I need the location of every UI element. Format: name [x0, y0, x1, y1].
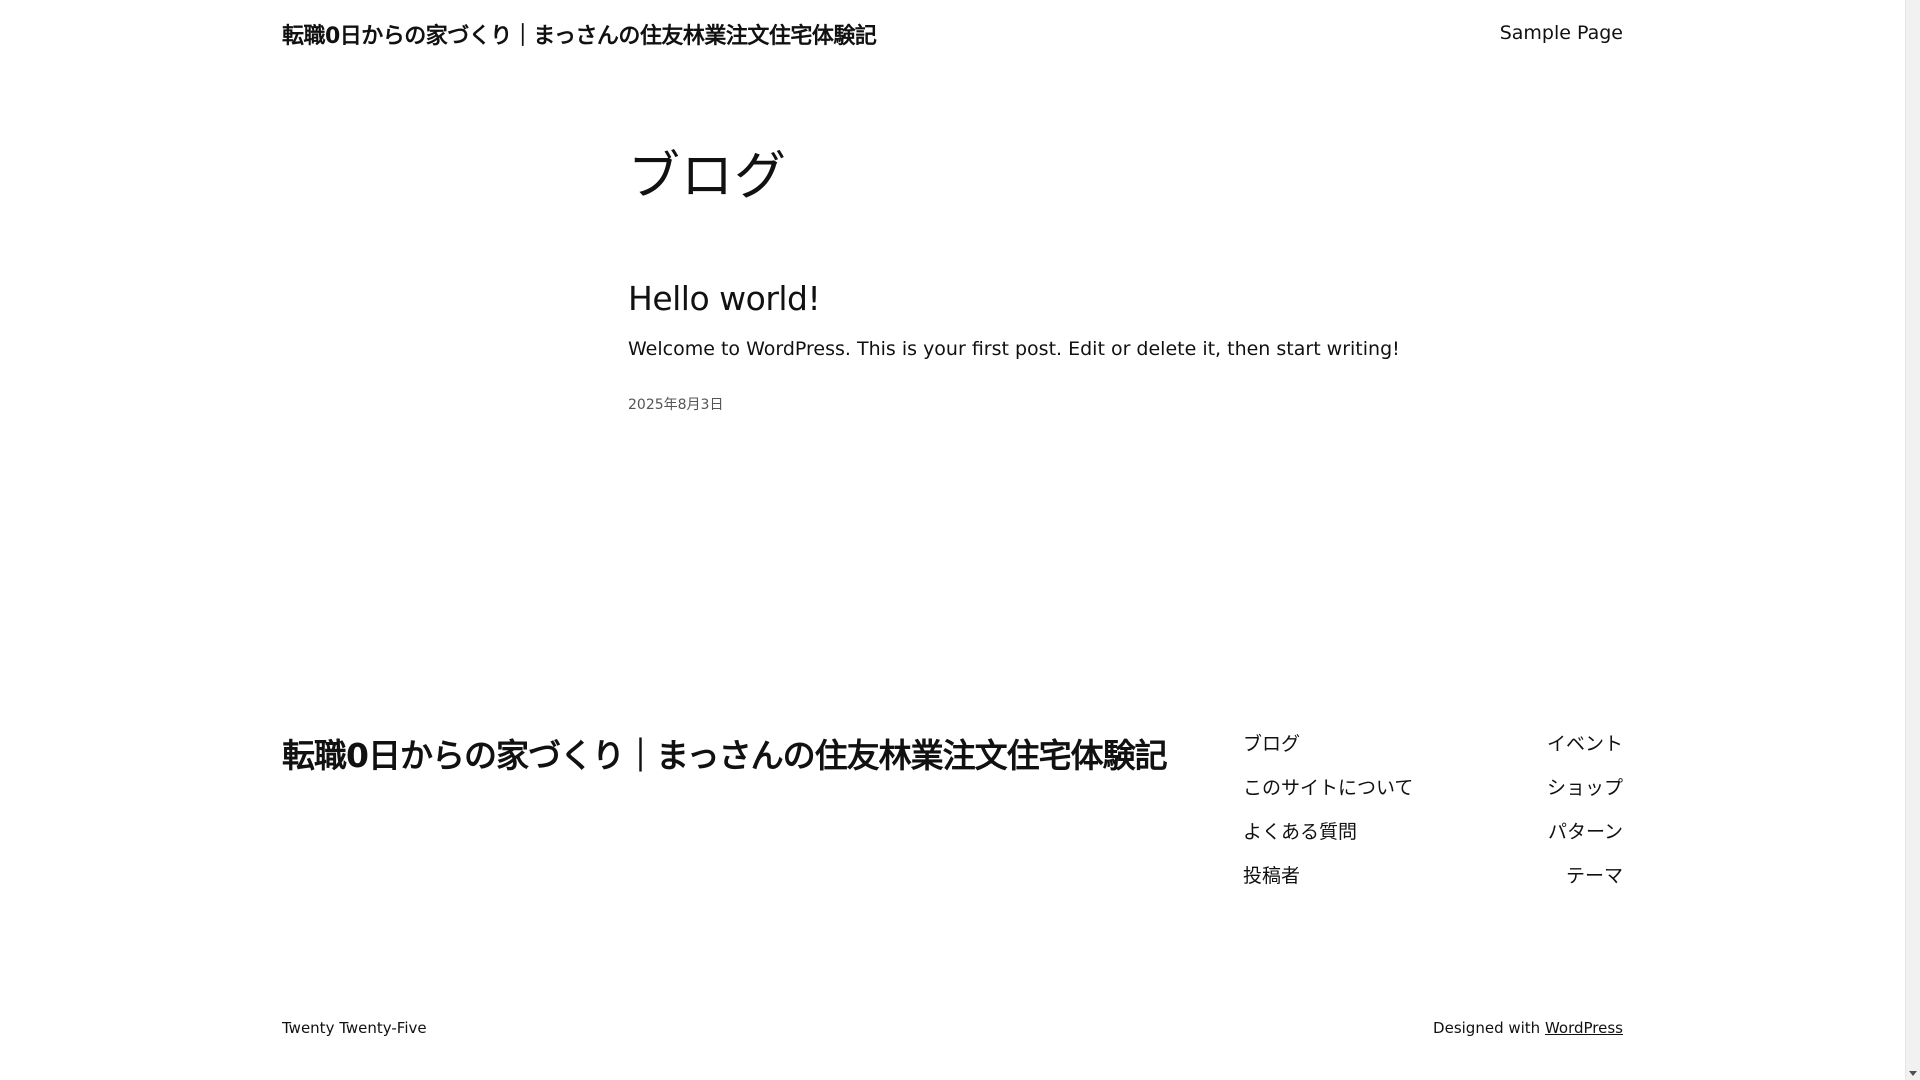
site-title-link[interactable]: 転職0日からの家づくり｜まっさんの住友林業注文住宅体験記: [282, 18, 877, 50]
footer-nav-themes[interactable]: テーマ: [1547, 862, 1623, 906]
post-title-link[interactable]: Hello world!: [628, 279, 821, 318]
wordpress-link[interactable]: WordPress: [1545, 1019, 1623, 1037]
footer-nav-authors[interactable]: 投稿者: [1243, 862, 1413, 906]
footer-nav-blog[interactable]: ブログ: [1243, 730, 1413, 774]
vertical-scrollbar[interactable]: [1905, 0, 1920, 1080]
footer-nav-events[interactable]: イベント: [1547, 730, 1623, 774]
footer-nav-patterns[interactable]: パターン: [1547, 818, 1623, 862]
nav-sample-page[interactable]: Sample Page: [1500, 22, 1623, 44]
page-title: ブログ: [628, 147, 788, 207]
footer-nav-faq[interactable]: よくある質問: [1243, 818, 1413, 862]
page: 転職0日からの家づくり｜まっさんの住友林業注文住宅体験記 Sample Page…: [0, 0, 1905, 1080]
footer-nav-left: ブログ このサイトについて よくある質問 投稿者: [1243, 730, 1413, 906]
footer-site-title-link[interactable]: 転職0日からの家づくり｜まっさんの住友林業注文住宅体験記: [282, 729, 1168, 777]
post-excerpt: Welcome to WordPress. This is your first…: [628, 338, 1400, 360]
footer-credit: Designed with WordPress: [1433, 1019, 1623, 1037]
footer-nav-right: イベント ショップ パターン テーマ: [1547, 730, 1623, 906]
post-date[interactable]: 2025年8月3日: [628, 394, 723, 414]
footer-credit-prefix: Designed with: [1433, 1019, 1545, 1037]
header-nav: Sample Page: [1500, 22, 1623, 44]
footer-nav-about[interactable]: このサイトについて: [1243, 774, 1413, 818]
scroll-down-arrow-icon[interactable]: [1909, 1071, 1917, 1076]
footer-nav-shop[interactable]: ショップ: [1547, 774, 1623, 818]
footer-theme-name: Twenty Twenty-Five: [282, 1019, 427, 1037]
